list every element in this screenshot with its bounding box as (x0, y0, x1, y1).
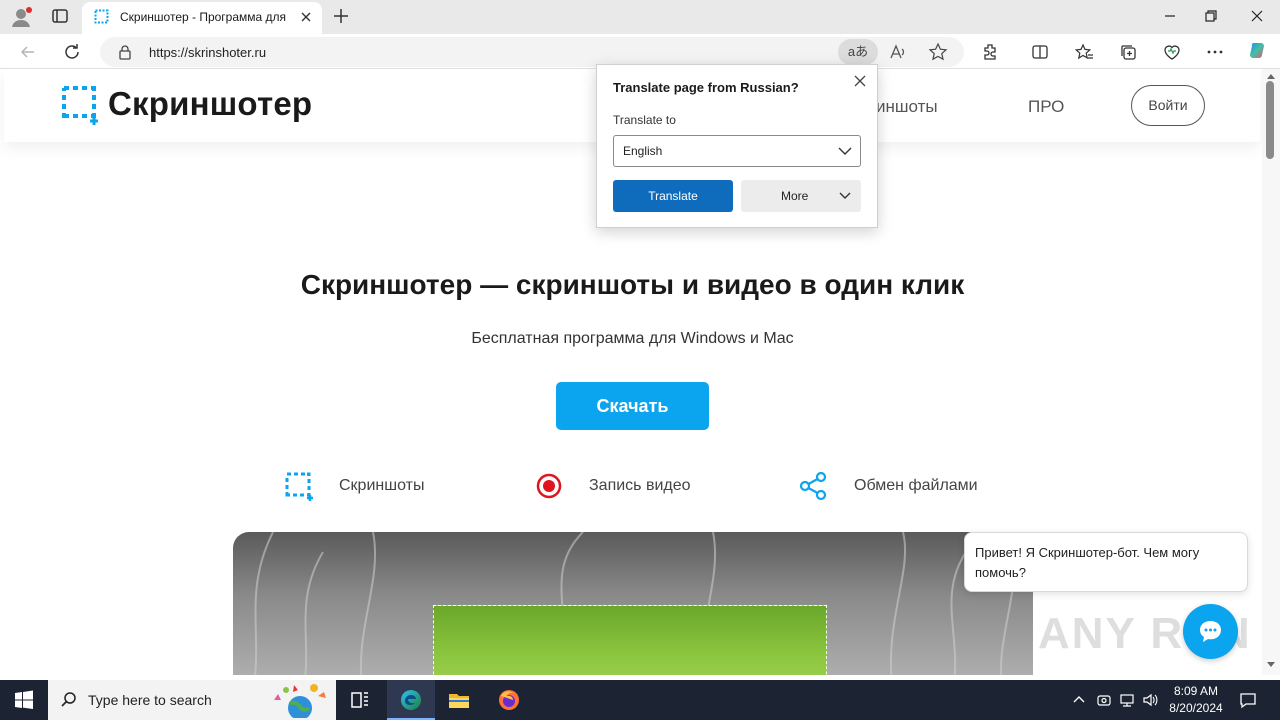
copilot-icon[interactable] (1247, 40, 1269, 62)
hero-subtitle: Бесплатная программа для Windows и Mac (471, 330, 794, 347)
tab-strip: Скриншотер - Программа для (0, 0, 1280, 34)
site-favicon-icon (94, 9, 109, 24)
demo-image (233, 532, 1033, 675)
chevron-down-icon (838, 147, 852, 155)
folder-icon (449, 694, 469, 708)
more-button-label: More (781, 189, 809, 203)
download-button[interactable]: Скачать (556, 382, 709, 430)
task-view-icon (351, 692, 368, 708)
clock-date: 8/20/2024 (1169, 701, 1223, 715)
language-select-value: English (623, 144, 663, 158)
language-select[interactable]: English (613, 135, 861, 167)
lock-icon[interactable] (118, 44, 132, 60)
feature-video[interactable]: Запись видео (535, 469, 705, 503)
chevron-up-icon[interactable] (1071, 692, 1087, 708)
favorites-icon[interactable] (1074, 42, 1094, 62)
windows-start-icon[interactable] (14, 690, 34, 710)
login-button[interactable]: Войти (1131, 85, 1205, 126)
read-aloud-icon[interactable] (889, 43, 907, 61)
nav-link-pro[interactable]: ПРО (1028, 97, 1064, 117)
search-highlight-icon (274, 684, 326, 718)
feature-sharing[interactable]: Обмен файлами (798, 469, 988, 503)
restore-icon[interactable] (1201, 6, 1221, 26)
collections-icon[interactable] (1118, 42, 1138, 62)
back-icon[interactable] (18, 42, 38, 62)
scroll-thumb[interactable] (1266, 81, 1274, 159)
feature-label: Запись видео (589, 477, 691, 494)
minimize-icon[interactable] (1160, 6, 1180, 26)
more-button[interactable]: More (741, 180, 861, 212)
refresh-icon[interactable] (62, 42, 82, 62)
chat-greeting[interactable]: Привет! Я Скриншотер-бот. Чем могу помоч… (964, 532, 1248, 592)
search-icon (61, 692, 76, 707)
scroll-up-icon[interactable] (1266, 72, 1276, 80)
chat-button[interactable] (1183, 604, 1238, 659)
extensions-icon[interactable] (981, 42, 1001, 62)
split-screen-icon[interactable] (1030, 42, 1050, 62)
volume-icon[interactable] (1142, 692, 1158, 708)
firefox-icon (499, 690, 519, 710)
address-bar[interactable]: https://skrinshoter.ru aあ (100, 37, 964, 67)
feature-label: Скриншоты (339, 477, 425, 494)
system-clock[interactable]: 8:09 AM 8/20/2024 (1166, 683, 1226, 717)
meet-now-icon[interactable] (1096, 692, 1112, 708)
logo-text[interactable]: Скриншотер (108, 85, 312, 123)
translate-icon[interactable]: aあ (838, 39, 878, 65)
share-icon (799, 471, 827, 501)
tab-active[interactable]: Скриншотер - Программа для (82, 2, 322, 34)
translate-popup-title: Translate page from Russian? (613, 80, 799, 95)
chevron-down-icon (839, 192, 851, 199)
taskbar-edge[interactable] (387, 680, 435, 720)
tab-title: Скриншотер - Программа для (120, 10, 287, 24)
search-placeholder: Type here to search (88, 692, 212, 708)
feature-screenshots[interactable]: Скриншоты (284, 469, 444, 503)
feature-label: Обмен файлами (854, 477, 978, 494)
selection-area (433, 605, 827, 675)
browser-essentials-icon[interactable] (1162, 42, 1182, 62)
favorite-star-icon[interactable] (928, 42, 948, 62)
new-tab-icon[interactable] (331, 6, 351, 26)
close-tab-icon[interactable] (298, 9, 314, 25)
network-icon[interactable] (1119, 692, 1135, 708)
taskbar-file-explorer[interactable] (435, 680, 483, 720)
edge-icon (401, 690, 421, 710)
translate-button[interactable]: Translate (613, 180, 733, 212)
record-icon (536, 473, 562, 499)
close-icon[interactable] (853, 74, 867, 88)
page-scrollbar[interactable] (1262, 69, 1280, 675)
taskbar-search[interactable]: Type here to search (48, 680, 336, 720)
more-options-icon[interactable] (1205, 42, 1225, 62)
translate-to-label: Translate to (613, 113, 676, 127)
chat-icon (1200, 621, 1221, 642)
translate-popup: Translate page from Russian? Translate t… (596, 64, 878, 228)
taskbar: Type here to search 8:09 AM 8/20/2024 (0, 680, 1280, 720)
scroll-down-icon[interactable] (1266, 661, 1276, 669)
profile-avatar-icon[interactable] (10, 6, 32, 28)
taskbar-firefox[interactable] (485, 680, 533, 720)
logo-icon[interactable] (60, 85, 98, 125)
url-text[interactable]: https://skrinshoter.ru (149, 45, 266, 60)
nav-link-screenshots[interactable]: иншоты (876, 97, 938, 117)
hero-title: Скриншотер — скриншоты и видео в один кл… (300, 269, 965, 300)
task-view-button[interactable] (336, 680, 384, 720)
tab-actions-icon[interactable] (51, 7, 69, 25)
clock-time: 8:09 AM (1173, 684, 1219, 698)
close-window-icon[interactable] (1247, 6, 1267, 26)
notification-icon[interactable] (1238, 690, 1258, 710)
crop-select-icon (285, 472, 313, 501)
